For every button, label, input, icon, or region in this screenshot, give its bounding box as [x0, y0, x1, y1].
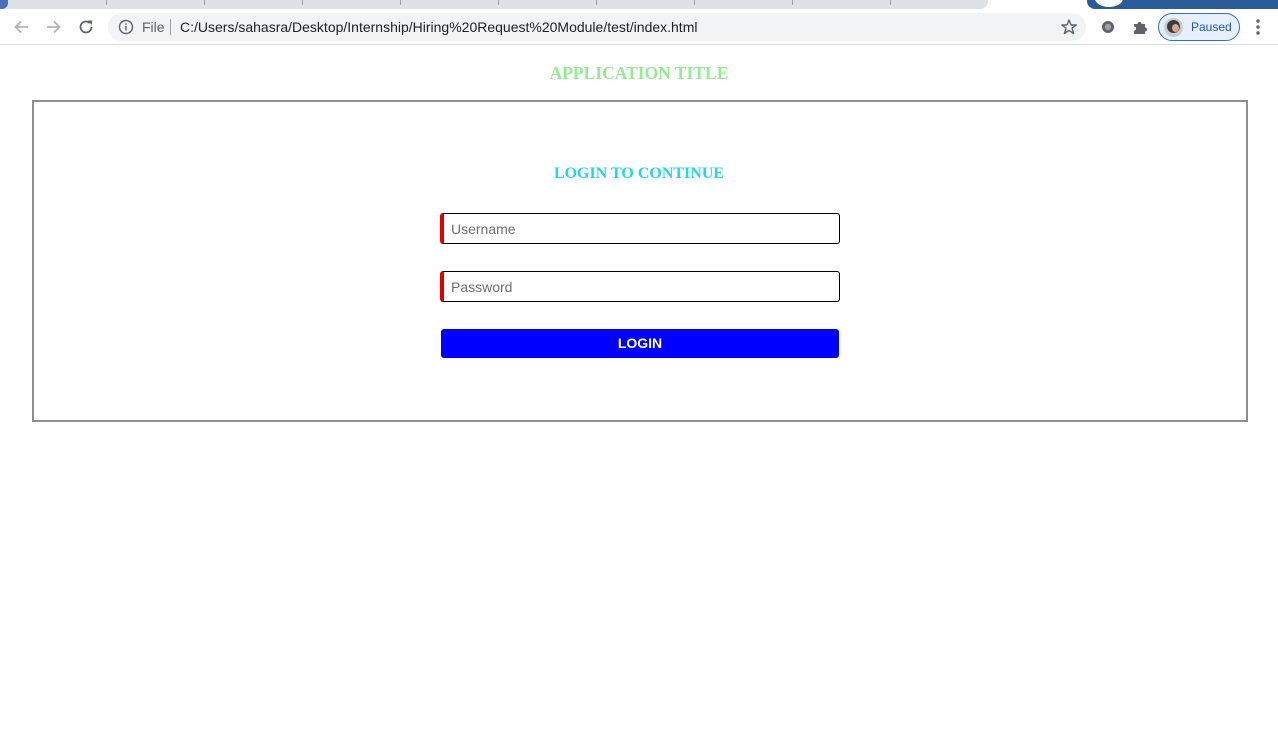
profile-tab-avatar	[1095, 0, 1123, 7]
url-text[interactable]: C:/Users/sahasra/Desktop/Internship/Hiri…	[180, 20, 697, 34]
profile-status-label: Paused	[1191, 20, 1232, 34]
file-scheme-label: File	[142, 19, 165, 35]
browser-toolbar: File C:/Users/sahasra/Desktop/Internship…	[0, 9, 1278, 45]
tab-separator	[106, 0, 107, 5]
application-title: APPLICATION TITLE	[549, 63, 729, 83]
extensions-menu-button[interactable]	[1130, 17, 1150, 37]
back-button[interactable]	[8, 14, 34, 40]
login-heading: LOGIN TO CONTINUE	[553, 165, 725, 182]
forward-button[interactable]	[41, 14, 67, 40]
profile-window-tab[interactable]	[1087, 0, 1278, 9]
tab-strip-edge	[0, 0, 8, 9]
password-input[interactable]	[440, 271, 840, 302]
reload-icon	[79, 20, 93, 34]
extension-circle-icon	[1102, 21, 1114, 33]
forward-arrow-icon	[47, 20, 61, 34]
tab-separator	[302, 0, 303, 5]
username-input[interactable]	[440, 213, 840, 244]
tab-separator	[792, 0, 793, 5]
avatar	[1164, 18, 1183, 37]
tab-separator	[400, 0, 401, 5]
info-icon[interactable]	[118, 19, 134, 35]
login-panel	[32, 100, 1248, 422]
login-button[interactable]: LOGIN	[441, 329, 839, 358]
profile-button[interactable]: Paused	[1158, 13, 1240, 41]
back-arrow-icon	[14, 20, 28, 34]
tab-bar[interactable]	[0, 0, 988, 9]
reload-button[interactable]	[73, 14, 99, 40]
tab-separator	[204, 0, 205, 5]
star-icon[interactable]	[1060, 18, 1078, 36]
kebab-menu-icon[interactable]	[1250, 17, 1266, 37]
tab-separator	[890, 0, 891, 5]
tab-strip	[0, 0, 1278, 9]
tab-separator	[498, 0, 499, 5]
address-divider	[170, 19, 171, 35]
tab-separator	[694, 0, 695, 5]
tab-separator	[596, 0, 597, 5]
address-bar[interactable]: File C:/Users/sahasra/Desktop/Internship…	[108, 13, 1086, 41]
puzzle-icon	[1134, 22, 1147, 34]
extension-button[interactable]	[1098, 17, 1118, 37]
